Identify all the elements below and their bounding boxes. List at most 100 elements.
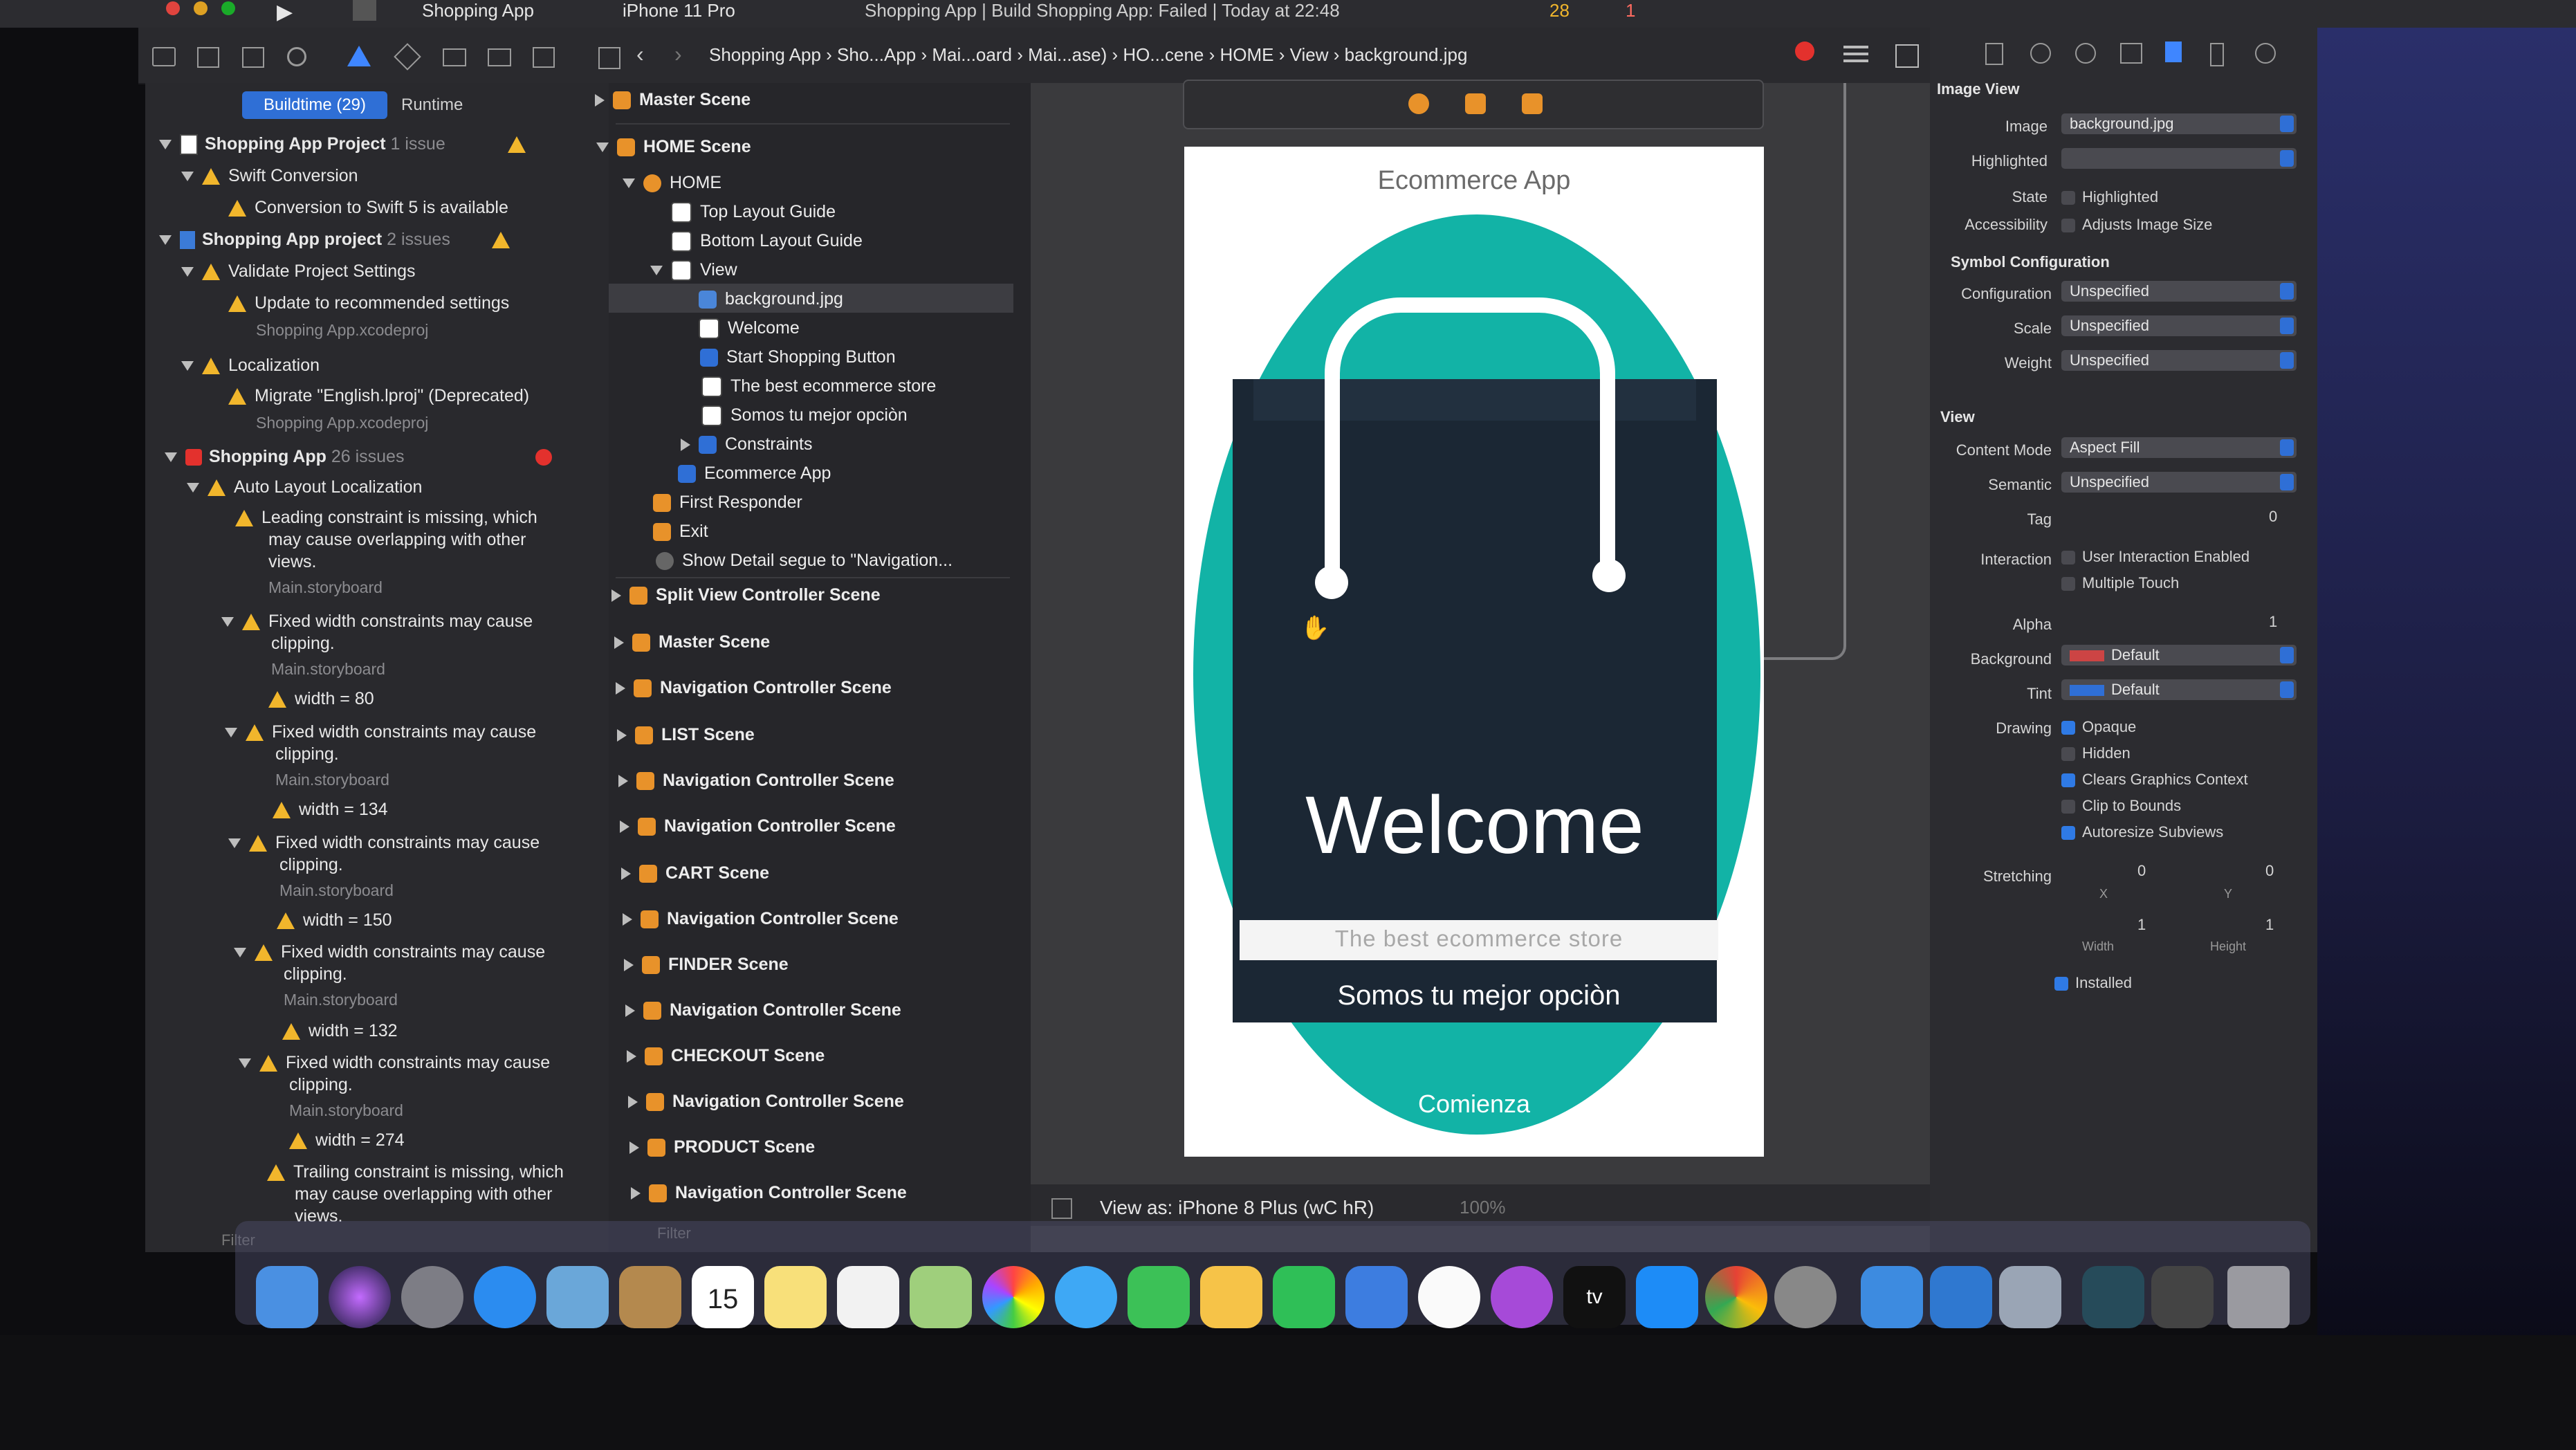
apple-tv-icon[interactable]: tv	[1563, 1266, 1626, 1328]
pages-icon[interactable]	[1200, 1266, 1262, 1328]
trash-icon[interactable]	[2227, 1266, 2290, 1328]
multiple-touch-checkbox[interactable]: Multiple Touch	[2061, 574, 2179, 592]
size-icon[interactable]	[2210, 43, 2224, 66]
app-store-icon[interactable]	[1636, 1266, 1698, 1328]
clip-to-bounds-checkbox[interactable]: Clip to Bounds	[2061, 797, 2181, 815]
issue-item[interactable]: Conversion to Swift 5 is available	[228, 198, 508, 218]
minimize-window-button[interactable]	[194, 1, 208, 15]
history-icon[interactable]	[2030, 43, 2051, 64]
issue-detail[interactable]: width = 132	[282, 1021, 398, 1041]
outline-item[interactable]: Somos tu mejor opciòn	[701, 405, 908, 427]
close-window-button[interactable]	[166, 1, 180, 15]
issue-group[interactable]: Shopping App Project 1 issue	[159, 134, 534, 156]
issue-category[interactable]: Validate Project Settings	[181, 261, 416, 282]
forward-arrow-icon[interactable]: ›	[674, 42, 682, 67]
breadcrumb-item[interactable]: background.jpg	[1345, 44, 1468, 65]
numbers-icon[interactable]	[1273, 1266, 1335, 1328]
outline-scene[interactable]: LIST Scene	[617, 725, 755, 745]
outline-scene[interactable]: PRODUCT Scene	[629, 1137, 815, 1157]
configuration-select[interactable]: Unspecified	[2061, 281, 2297, 302]
issue-navigator-icon[interactable]	[347, 46, 371, 66]
identity-icon[interactable]	[2120, 43, 2142, 64]
run-button[interactable]: ▶	[277, 0, 293, 24]
document-outline-toggle-icon[interactable]	[1051, 1198, 1072, 1219]
contacts-icon[interactable]	[619, 1266, 681, 1328]
stretch-height-field[interactable]: 1	[2265, 916, 2274, 934]
system-preferences-icon[interactable]	[1774, 1266, 1837, 1328]
breadcrumb-item[interactable]: Shopping App	[709, 44, 821, 65]
add-editor-icon[interactable]	[1895, 44, 1919, 68]
issue-item[interactable]: Fixed width constraints may cause	[234, 942, 545, 962]
adjusts-image-size-checkbox[interactable]: Adjusts Image Size	[2061, 216, 2212, 234]
image-field[interactable]: background.jpg	[2061, 113, 2297, 134]
error-count[interactable]: 1	[1626, 0, 1635, 21]
outline-scene[interactable]: Navigation Controller Scene	[620, 816, 896, 836]
related-items-icon[interactable]	[598, 47, 620, 69]
tab-runtime[interactable]: Runtime	[401, 91, 463, 119]
tint-color-select[interactable]: Default	[2061, 679, 2297, 700]
source-control-icon[interactable]	[197, 47, 219, 68]
attributes-icon[interactable]	[2165, 42, 2182, 62]
symbol-icon[interactable]	[242, 47, 264, 68]
view-as-device[interactable]: View as: iPhone 8 Plus (wC hR)	[1100, 1197, 1374, 1219]
issue-item[interactable]: Update to recommended settings	[228, 293, 509, 313]
installed-checkbox[interactable]: Installed	[2054, 974, 2132, 992]
outline-scene[interactable]: CHECKOUT Scene	[627, 1046, 825, 1066]
outline-scene[interactable]: Navigation Controller Scene	[616, 678, 892, 698]
zoom-window-button[interactable]	[221, 1, 235, 15]
tagline-label[interactable]: The best ecommerce store	[1240, 926, 1718, 952]
maps-icon[interactable]	[910, 1266, 972, 1328]
alpha-field[interactable]: 1	[2269, 613, 2277, 631]
device-selector[interactable]: iPhone 11 Pro	[623, 0, 735, 21]
outline-item[interactable]: Show Detail segue to "Navigation...	[656, 551, 953, 571]
outline-item[interactable]: Bottom Layout Guide	[671, 231, 863, 253]
outline-item[interactable]: Welcome	[699, 318, 800, 340]
issue-group[interactable]: Shopping App 26 issues	[165, 447, 553, 467]
siri-icon[interactable]	[329, 1266, 391, 1328]
start-shopping-button[interactable]: Comienza	[1184, 1090, 1764, 1119]
launchpad-icon[interactable]	[401, 1266, 463, 1328]
issue-detail[interactable]: width = 274	[289, 1130, 405, 1150]
tag-field[interactable]: 0	[2269, 508, 2277, 526]
issue-item[interactable]: Trailing constraint is missing, which	[267, 1162, 564, 1182]
test-icon[interactable]	[394, 43, 421, 71]
downloads-stack-icon[interactable]	[2082, 1266, 2144, 1328]
issue-item[interactable]: Fixed width constraints may cause	[228, 833, 540, 853]
outline-item[interactable]: The best ecommerce store	[701, 376, 936, 398]
zoom-level[interactable]: 100%	[1460, 1197, 1506, 1218]
mail-icon[interactable]	[546, 1266, 609, 1328]
outline-item[interactable]: HOME	[623, 173, 721, 193]
outline-item[interactable]: View	[650, 260, 737, 282]
issue-category[interactable]: Auto Layout Localization	[187, 477, 422, 497]
folder-icon[interactable]	[152, 47, 176, 66]
issue-item[interactable]: Leading constraint is missing, which	[235, 508, 537, 528]
calendar-icon[interactable]: 15	[692, 1266, 754, 1328]
breadcrumb[interactable]: Shopping App › Sho...App › Mai...oard › …	[709, 44, 1467, 66]
outline-scene[interactable]: Master Scene	[614, 632, 770, 652]
breadcrumb-item[interactable]: HO...cene	[1123, 44, 1204, 65]
outline-scene[interactable]: HOME Scene	[596, 137, 751, 157]
breadcrumb-item[interactable]: Sho...App	[837, 44, 916, 65]
outline-scene[interactable]: CART Scene	[621, 863, 769, 883]
notes-icon[interactable]	[764, 1266, 827, 1328]
scheme-selector[interactable]: Shopping App	[422, 0, 534, 21]
editor-options-icon[interactable]	[1843, 46, 1868, 48]
clears-context-checkbox[interactable]: Clears Graphics Context	[2061, 771, 2248, 789]
debug-icon[interactable]	[443, 48, 466, 66]
finder-icon[interactable]	[256, 1266, 318, 1328]
stop-button[interactable]	[353, 0, 376, 21]
facetime-icon[interactable]	[1128, 1266, 1190, 1328]
simulator-icon[interactable]	[1930, 1266, 1992, 1328]
issue-item[interactable]: Fixed width constraints may cause	[225, 722, 536, 742]
state-highlighted-checkbox[interactable]: Highlighted	[2061, 188, 2158, 206]
breadcrumb-item[interactable]: Mai...ase)	[1028, 44, 1107, 65]
stretch-width-field[interactable]: 1	[2137, 916, 2146, 934]
background-color-select[interactable]: Default	[2061, 645, 2297, 666]
search-icon[interactable]	[287, 47, 306, 66]
issue-category[interactable]: Swift Conversion	[181, 166, 358, 186]
semantic-select[interactable]: Unspecified	[2061, 472, 2297, 493]
outline-item[interactable]: Top Layout Guide	[671, 202, 836, 223]
outline-item[interactable]: Constraints	[681, 434, 812, 455]
issue-item[interactable]: Fixed width constraints may cause	[221, 612, 533, 632]
highlighted-field[interactable]	[2061, 148, 2297, 169]
